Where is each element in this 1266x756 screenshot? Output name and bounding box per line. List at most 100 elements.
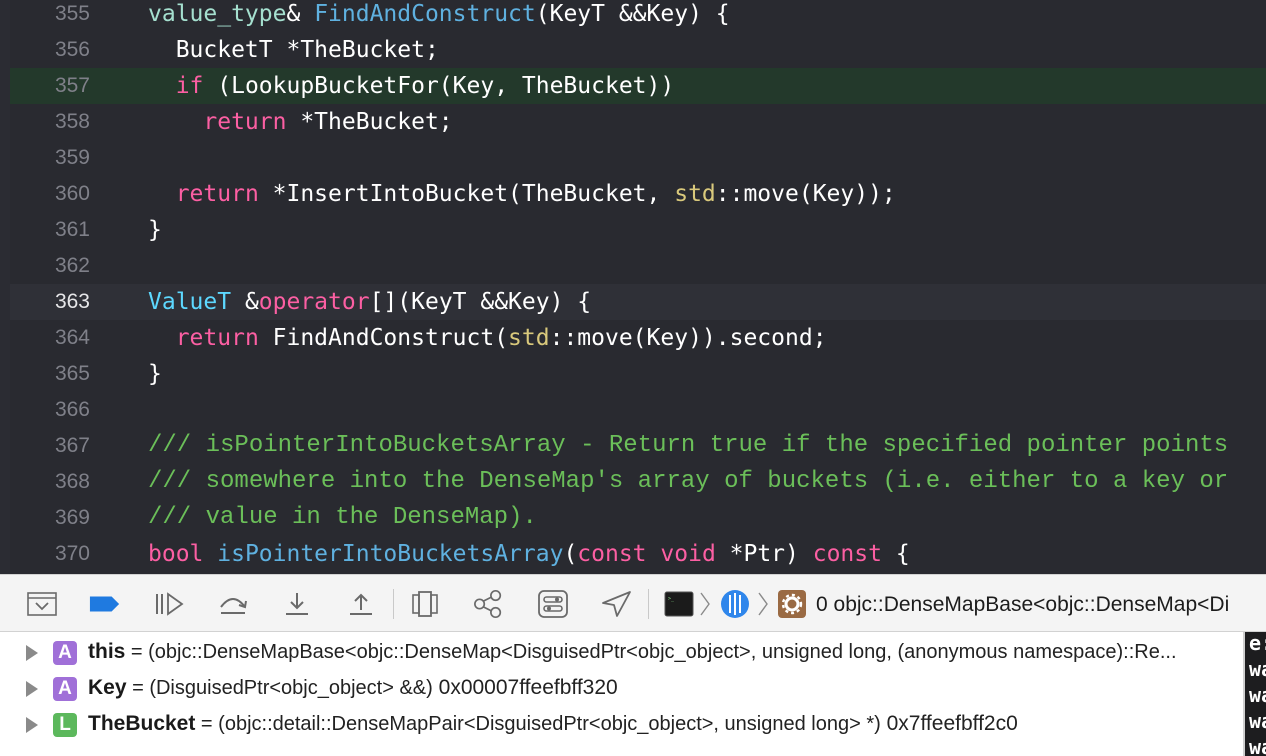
variable-summary: Key = (DisguisedPtr<objc_object> &&) 0x0… bbox=[88, 674, 618, 704]
variable-row[interactable]: L TheBucket = (objc::detail::DenseMapPair… bbox=[0, 706, 1243, 742]
code-token: /// somewhere into the DenseMap's array … bbox=[148, 468, 1229, 495]
code-text: /// value in the DenseMap). bbox=[148, 500, 537, 536]
disclosure-triangle-icon[interactable] bbox=[26, 681, 38, 697]
code-line[interactable]: 364 return FindAndConstruct(std::move(Ke… bbox=[10, 320, 1266, 356]
variable-row[interactable]: A Key = (DisguisedPtr<objc_object> &&) 0x… bbox=[0, 670, 1243, 706]
toolbar-separator bbox=[648, 589, 649, 619]
step-into-icon[interactable] bbox=[281, 589, 313, 619]
terminal-app-icon[interactable]: >_ bbox=[663, 589, 695, 619]
line-number[interactable]: 368 bbox=[10, 464, 90, 500]
code-token: const bbox=[577, 541, 647, 567]
code-line[interactable]: 358 return *TheBucket; bbox=[10, 104, 1266, 140]
code-line[interactable]: 363 ValueT &operator[](KeyT &&Key) { bbox=[10, 284, 1266, 320]
environment-overrides-icon[interactable] bbox=[537, 589, 569, 619]
variable-name: Key bbox=[88, 676, 127, 699]
equals-sign: = bbox=[195, 713, 219, 735]
code-line[interactable]: 368 /// somewhere into the DenseMap's arr… bbox=[10, 464, 1266, 500]
line-number[interactable]: 358 bbox=[10, 104, 90, 140]
code-text: value_type& FindAndConstruct(KeyT &&Key)… bbox=[148, 0, 730, 32]
toolbar-separator bbox=[393, 589, 394, 619]
breadcrumb-chevron-icon bbox=[753, 589, 773, 619]
console-line: wa bbox=[1249, 657, 1266, 681]
code-line[interactable]: 366 bbox=[10, 392, 1266, 428]
line-number[interactable]: 370 bbox=[10, 536, 90, 572]
code-token: ( bbox=[563, 541, 578, 567]
line-number[interactable]: 355 bbox=[10, 0, 90, 32]
code-line[interactable]: 369 /// value in the DenseMap). bbox=[10, 500, 1266, 536]
code-line[interactable]: 361} bbox=[10, 212, 1266, 248]
code-token: if bbox=[175, 73, 204, 99]
variable-kind-badge: A bbox=[53, 641, 77, 665]
stack-frame-gear-icon[interactable] bbox=[776, 589, 808, 619]
simulate-location-icon[interactable] bbox=[600, 589, 632, 619]
line-number[interactable]: 360 bbox=[10, 176, 90, 212]
continue-icon[interactable] bbox=[153, 589, 185, 619]
step-over-icon[interactable] bbox=[217, 589, 249, 619]
code-line[interactable]: 365} bbox=[10, 356, 1266, 392]
hide-debug-area-icon[interactable] bbox=[26, 589, 58, 619]
thread-icon[interactable] bbox=[719, 589, 751, 619]
line-number[interactable]: 356 bbox=[10, 32, 90, 68]
disclosure-triangle-icon[interactable] bbox=[26, 717, 38, 733]
code-token: /// isPointerIntoBucketsArray - Return t… bbox=[148, 432, 1229, 459]
console-line: wa bbox=[1249, 683, 1266, 707]
code-line[interactable]: 359 bbox=[10, 140, 1266, 176]
variable-name: this bbox=[88, 640, 126, 663]
variable-kind-badge: A bbox=[53, 677, 77, 701]
code-line[interactable]: 357 if (LookupBucketFor(Key, TheBucket)) bbox=[10, 68, 1266, 104]
code-token: value_type bbox=[148, 1, 287, 27]
variables-view: Athis = (objc::DenseMapBase<objc::DenseM… bbox=[0, 632, 1243, 756]
line-number[interactable]: 364 bbox=[10, 320, 90, 356]
variable-name: TheBucket bbox=[88, 712, 196, 735]
line-number[interactable]: 366 bbox=[10, 392, 90, 428]
code-text: bool isPointerIntoBucketsArray(const voi… bbox=[148, 536, 910, 572]
stack-frame-label[interactable]: 0 objc::DenseMapBase<objc::DenseMap<Di bbox=[816, 592, 1229, 618]
memory-graph-icon[interactable] bbox=[473, 589, 505, 619]
variable-value: 0x00007ffeefbff320 bbox=[432, 676, 618, 699]
disclosure-triangle-icon[interactable] bbox=[26, 645, 38, 661]
code-line[interactable]: 370 bool isPointerIntoBucketsArray(const … bbox=[10, 536, 1266, 572]
console-line: e: bbox=[1249, 632, 1266, 655]
view-hierarchy-icon[interactable] bbox=[409, 589, 441, 619]
code-text: /// somewhere into the DenseMap's array … bbox=[148, 464, 1228, 500]
code-text: /// isPointerIntoBucketsArray - Return t… bbox=[148, 428, 1228, 464]
console-output: e:wawawawa bbox=[1243, 632, 1266, 756]
code-token: ValueT bbox=[148, 289, 232, 315]
code-token: *TheBucket; bbox=[286, 109, 453, 135]
code-token: (KeyT &&Key) { bbox=[535, 1, 730, 27]
line-number[interactable]: 361 bbox=[10, 212, 90, 248]
line-number[interactable]: 362 bbox=[10, 248, 90, 284]
variable-kind-badge: L bbox=[53, 713, 77, 737]
code-token: return bbox=[175, 325, 259, 351]
code-text: ValueT &operator[](KeyT &&Key) { bbox=[148, 284, 591, 320]
line-number[interactable]: 369 bbox=[10, 500, 90, 536]
code-token: std bbox=[508, 325, 550, 351]
code-token: ::move(Key)).second; bbox=[549, 325, 827, 351]
equals-sign: = bbox=[126, 677, 150, 699]
code-token: *Ptr) bbox=[715, 541, 813, 567]
code-token: return bbox=[175, 181, 259, 207]
code-line[interactable]: 356 BucketT *TheBucket; bbox=[10, 32, 1266, 68]
step-out-icon[interactable] bbox=[345, 589, 377, 619]
code-token: return bbox=[203, 109, 287, 135]
code-token: FindAndConstruct bbox=[314, 1, 536, 27]
line-number[interactable]: 367 bbox=[10, 428, 90, 464]
source-editor[interactable]: 355 value_type& FindAndConstruct(KeyT &&K… bbox=[10, 0, 1266, 574]
line-number[interactable]: 363 bbox=[10, 284, 90, 320]
line-number[interactable]: 357 bbox=[10, 68, 90, 104]
code-token: } bbox=[148, 361, 162, 387]
code-line[interactable]: 360 return *InsertIntoBucket(TheBucket, … bbox=[10, 176, 1266, 212]
variable-row[interactable]: Athis = (objc::DenseMapBase<objc::DenseM… bbox=[0, 634, 1243, 670]
code-line[interactable]: 367 /// isPointerIntoBucketsArray - Retur… bbox=[10, 428, 1266, 464]
code-line[interactable]: 355 value_type& FindAndConstruct(KeyT &&K… bbox=[10, 0, 1266, 32]
variable-type: (DisguisedPtr<objc_object> &&) bbox=[149, 677, 433, 699]
console-line: wa bbox=[1249, 735, 1266, 756]
breakpoints-toggle-icon[interactable] bbox=[89, 589, 121, 619]
code-line[interactable]: 362 bbox=[10, 248, 1266, 284]
line-number[interactable]: 365 bbox=[10, 356, 90, 392]
code-token: (LookupBucketFor(Key, TheBucket)) bbox=[203, 73, 675, 99]
code-token: { bbox=[881, 541, 910, 567]
line-number[interactable]: 359 bbox=[10, 140, 90, 176]
